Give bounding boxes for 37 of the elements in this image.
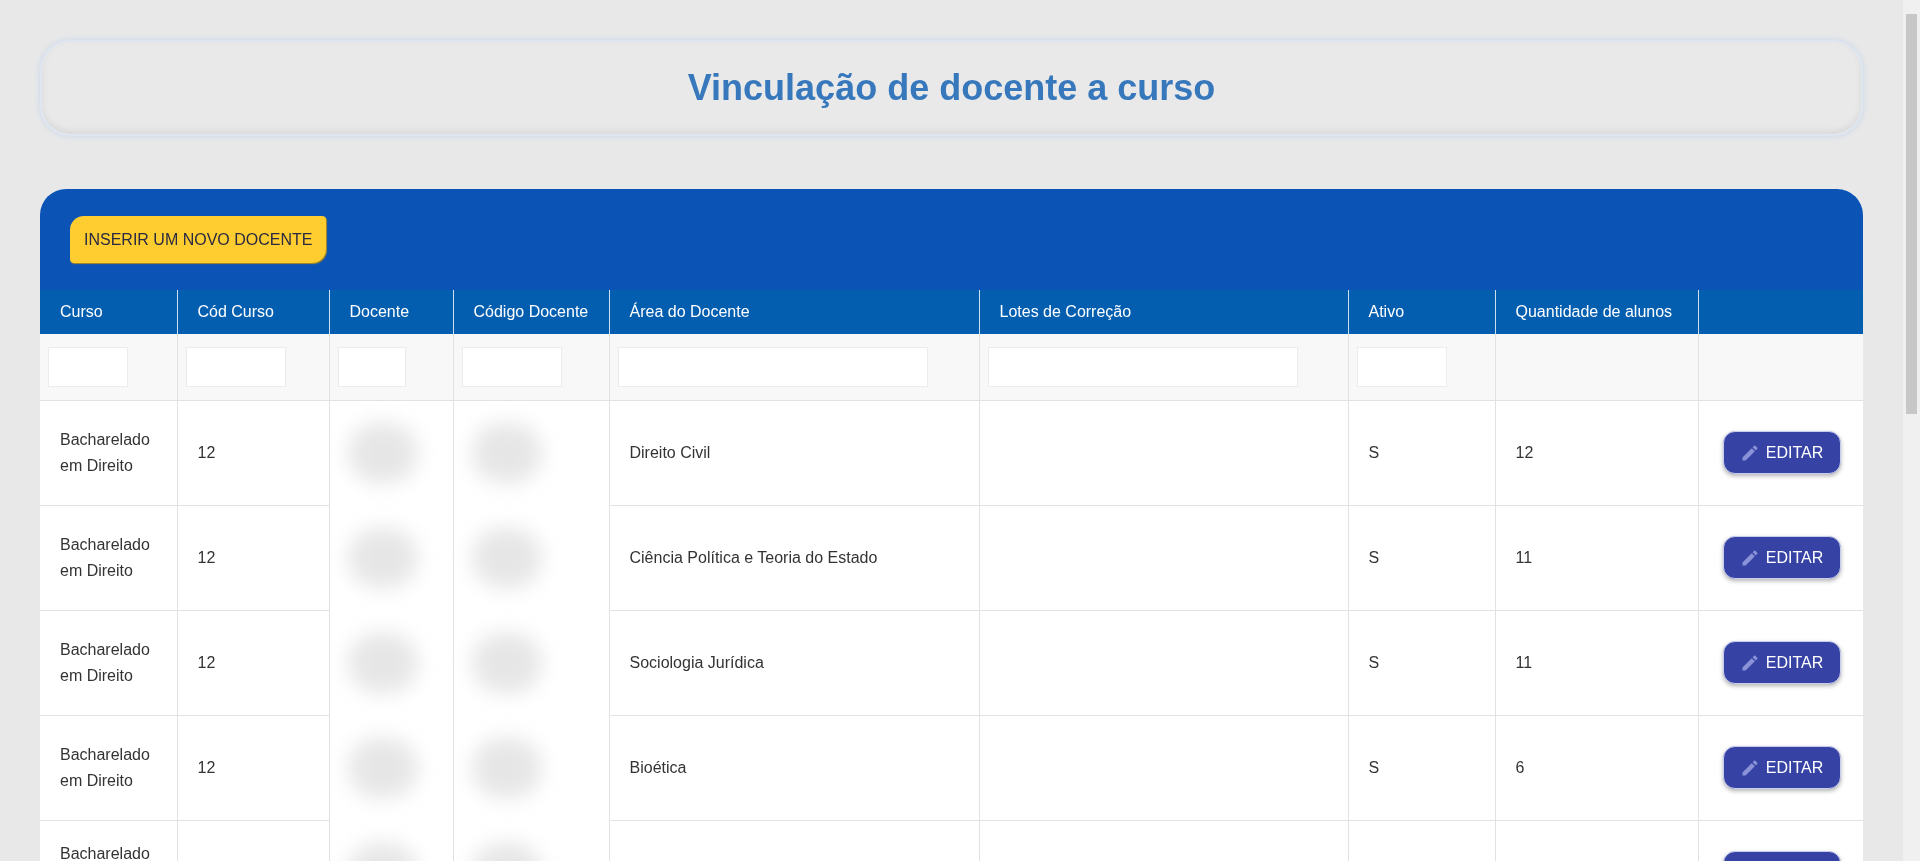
table-cell: Bacharelado em Direito [60,745,150,789]
column-header[interactable]: Quantidade de alunos [1495,290,1698,334]
table-cell: Bacharelado [60,844,150,861]
table-cell: Ciência Política e Teoria do Estado [629,548,878,566]
column-header[interactable]: Ativo [1348,290,1495,334]
table-cell: 11 [1515,653,1533,671]
table-cell: 11 [1515,548,1533,566]
table-cell: Direito Civil [629,443,711,461]
table-cell: Bioética [629,758,687,776]
table-cell: 12 [197,653,216,671]
column-header[interactable]: Área do Docente [609,290,979,334]
edit-button[interactable]: EDITAR [1722,746,1841,789]
column-header[interactable]: Lotes de Correção [979,290,1348,334]
table-cell: 6 [1515,758,1525,776]
edit-button[interactable]: EDITAR [1722,641,1841,684]
scrollbar-thumb[interactable] [1906,14,1917,414]
edit-button[interactable]: EDITAR [1722,536,1841,579]
column-header[interactable]: Curso [40,290,177,334]
scrollbar[interactable] [1903,0,1920,861]
edit-button[interactable]: EDITAR [1722,431,1841,474]
table-cell: Sociologia Jurídica [629,653,764,671]
column-header[interactable]: Docente [329,290,453,334]
table-cell: Bacharelado em Direito [60,535,150,579]
table-cell: S [1368,548,1380,566]
table-cell: Bacharelado em Direito [60,430,150,474]
column-header[interactable]: Código Docente [453,290,609,334]
table-cell: Bacharelado em Direito [60,640,150,684]
table-cell: S [1368,653,1380,671]
table-cell: S [1368,443,1380,461]
page-title: Vinculação de docente a curso [687,66,1216,110]
table-cell: 12 [197,443,216,461]
table-cell: 12 [197,548,216,566]
table-cell: 12 [197,758,216,776]
table-cell: S [1368,758,1380,776]
insert-button[interactable]: INSERIR UM NOVO DOCENTE [70,216,327,263]
column-header[interactable]: Cód Curso [177,290,329,334]
table-cell: 12 [1515,443,1534,461]
